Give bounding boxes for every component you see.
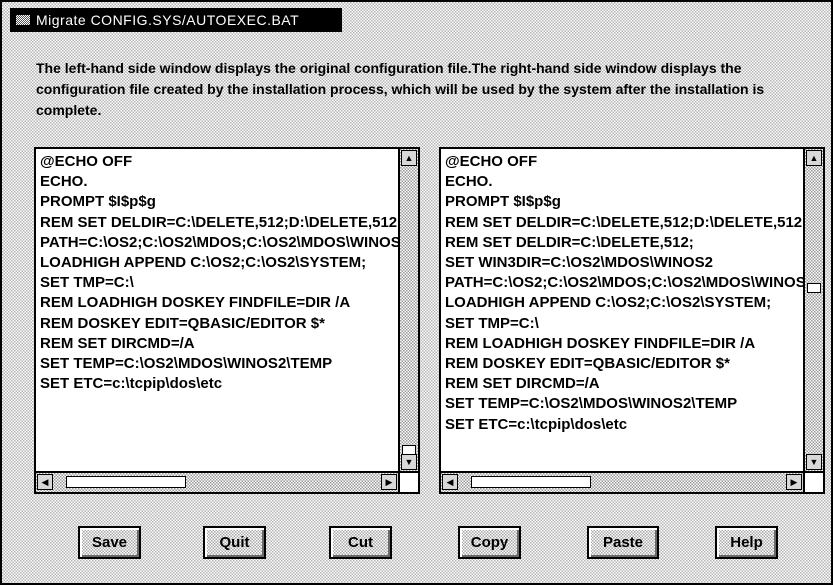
copy-button[interactable]: Copy xyxy=(458,526,521,559)
new-config-pane[interactable]: @ECHO OFF ECHO. PROMPT $I$p$g REM SET DE… xyxy=(439,147,825,494)
system-menu-icon[interactable] xyxy=(10,8,36,32)
horizontal-scrollbar[interactable]: ◀ ▶ xyxy=(441,471,803,492)
list-item: SET TEMP=C:\OS2\MDOS\WINOS2\TEMP xyxy=(445,395,738,413)
list-item: SET TEMP=C:\OS2\MDOS\WINOS2\TEMP xyxy=(40,355,333,373)
list-item: REM SET DELDIR=C:\DELETE,512;D:\DELETE,5… xyxy=(445,213,803,231)
scroll-left-arrow-icon[interactable]: ◀ xyxy=(37,474,53,490)
title-bar[interactable]: Migrate CONFIG.SYS/AUTOEXEC.BAT xyxy=(10,8,342,32)
list-item: SET TMP=C:\ xyxy=(40,274,134,292)
list-item: ECHO. xyxy=(40,173,88,191)
quit-button[interactable]: Quit xyxy=(203,526,266,559)
original-config-text[interactable]: @ECHO OFF ECHO. PROMPT $I$p$g REM SET DE… xyxy=(36,149,398,471)
vertical-scroll-thumb[interactable] xyxy=(807,283,821,293)
list-item: REM LOADHIGH DOSKEY FINDFILE=DIR /A xyxy=(445,334,756,352)
list-item: PROMPT $I$p$g xyxy=(445,193,561,211)
list-item: REM SET DIRCMD=/A xyxy=(40,334,195,352)
horizontal-scroll-thumb[interactable] xyxy=(66,476,186,488)
list-item: REM LOADHIGH DOSKEY FINDFILE=DIR /A xyxy=(40,294,351,312)
vertical-scrollbar[interactable]: ▲ ▼ xyxy=(398,149,418,471)
scroll-down-arrow-icon[interactable]: ▼ xyxy=(401,454,417,470)
list-item: REM SET DELDIR=C:\DELETE,512; xyxy=(445,233,694,251)
scrollbar-corner xyxy=(398,471,418,492)
scroll-up-arrow-icon[interactable]: ▲ xyxy=(401,150,417,166)
paste-button-label: Paste xyxy=(602,534,644,551)
new-config-text[interactable]: @ECHO OFF ECHO. PROMPT $I$p$g REM SET DE… xyxy=(441,149,803,471)
list-item: REM SET DIRCMD=/A xyxy=(445,375,600,393)
list-item: @ECHO OFF xyxy=(445,153,538,170)
list-item: REM DOSKEY EDIT=QBASIC/EDITOR $* xyxy=(445,355,730,373)
paste-button[interactable]: Paste xyxy=(587,526,659,559)
list-item: PATH=C:\OS2;C:\OS2\MDOS;C:\OS2\MDOS\WINO… xyxy=(40,233,398,251)
list-item: SET ETC=c:\tcpip\dos\etc xyxy=(40,375,223,393)
list-item: PROMPT $I$p$g xyxy=(40,193,156,211)
list-item: ECHO. xyxy=(445,173,493,191)
button-row: Save Quit Cut Copy Paste Help xyxy=(2,526,833,562)
list-item: SET ETC=c:\tcpip\dos\etc xyxy=(445,415,628,433)
vertical-scrollbar[interactable]: ▲ ▼ xyxy=(803,149,823,471)
help-button[interactable]: Help xyxy=(715,526,778,559)
copy-button-label: Copy xyxy=(470,534,509,551)
scroll-right-arrow-icon[interactable]: ▶ xyxy=(786,474,802,490)
scrollbar-corner xyxy=(803,471,823,492)
migrate-dialog: Migrate CONFIG.SYS/AUTOEXEC.BAT The left… xyxy=(0,0,833,585)
save-button-label: Save xyxy=(91,534,128,551)
list-item: REM SET DELDIR=C:\DELETE,512;D:\DELETE,5… xyxy=(40,213,398,231)
horizontal-scroll-thumb[interactable] xyxy=(471,476,591,488)
scroll-down-arrow-icon[interactable]: ▼ xyxy=(806,454,822,470)
help-button-label: Help xyxy=(730,534,763,551)
quit-button-label: Quit xyxy=(219,534,250,551)
list-item: SET WIN3DIR=C:\OS2\MDOS\WINOS2 xyxy=(445,254,713,272)
list-item: SET TMP=C:\ xyxy=(445,314,539,332)
original-config-pane[interactable]: @ECHO OFF ECHO. PROMPT $I$p$g REM SET DE… xyxy=(34,147,420,494)
save-button[interactable]: Save xyxy=(78,526,141,559)
cut-button[interactable]: Cut xyxy=(329,526,392,559)
description-text: The left-hand side window displays the o… xyxy=(36,60,765,118)
list-item: LOADHIGH APPEND C:\OS2;C:\OS2\SYSTEM; xyxy=(445,294,772,312)
list-item: LOADHIGH APPEND C:\OS2;C:\OS2\SYSTEM; xyxy=(40,254,367,272)
scroll-right-arrow-icon[interactable]: ▶ xyxy=(381,474,397,490)
window-title: Migrate CONFIG.SYS/AUTOEXEC.BAT xyxy=(36,12,300,28)
scroll-up-arrow-icon[interactable]: ▲ xyxy=(806,150,822,166)
horizontal-scrollbar[interactable]: ◀ ▶ xyxy=(36,471,398,492)
list-item: @ECHO OFF xyxy=(40,153,133,170)
list-item: REM DOSKEY EDIT=QBASIC/EDITOR $* xyxy=(40,314,325,332)
cut-button-label: Cut xyxy=(348,534,373,551)
list-item: PATH=C:\OS2;C:\OS2\MDOS;C:\OS2\MDOS\WINO… xyxy=(445,274,803,292)
scroll-left-arrow-icon[interactable]: ◀ xyxy=(442,474,458,490)
